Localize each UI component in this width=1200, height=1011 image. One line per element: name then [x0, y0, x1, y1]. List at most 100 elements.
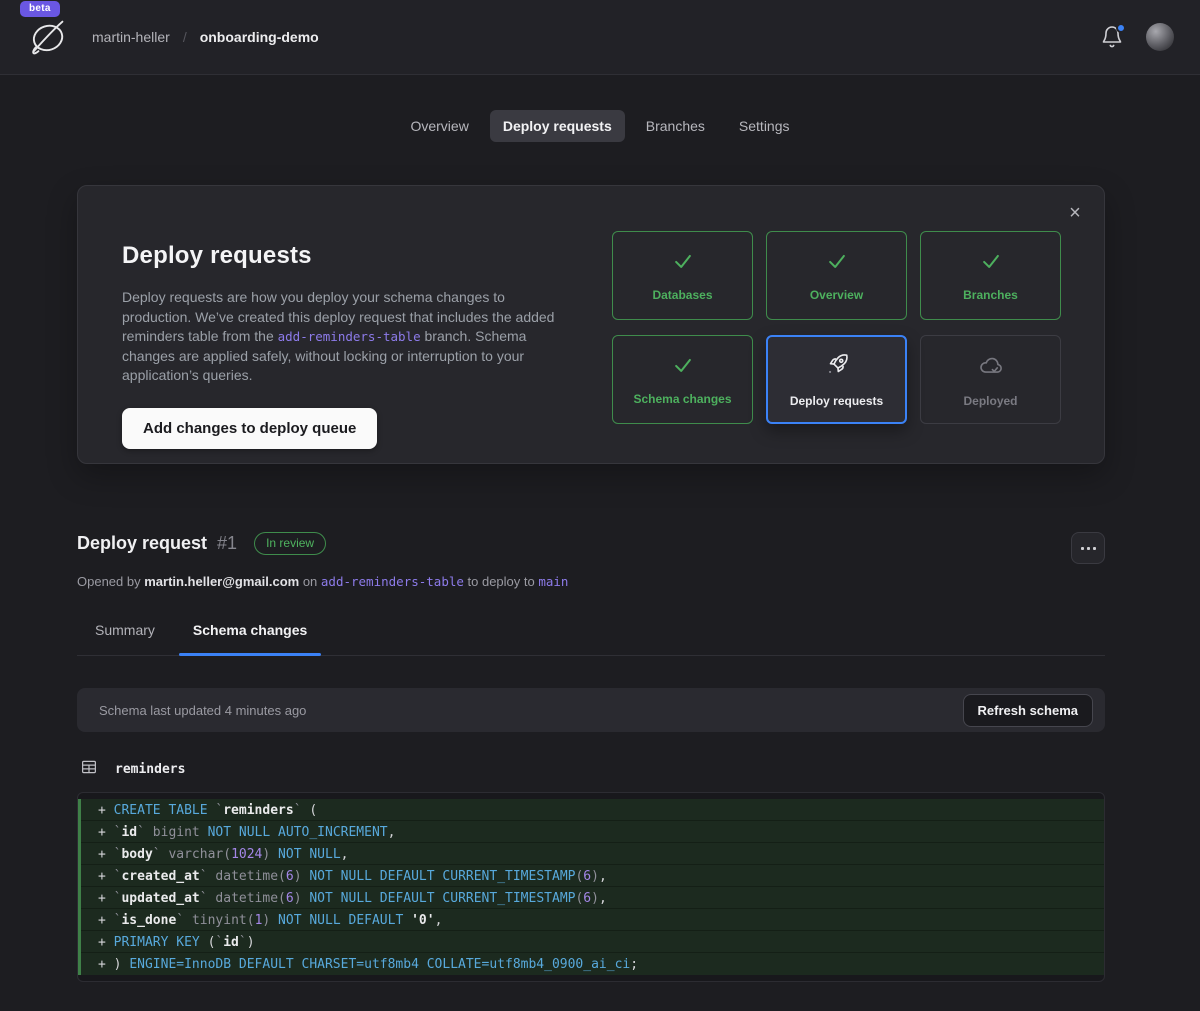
overflow-menu-button[interactable]: [1071, 532, 1105, 564]
diff-line: + `is_done` tinyint(1) NOT NULL DEFAULT …: [78, 909, 1104, 931]
code-token: ENGINE=InnoDB DEFAULT CHARSET=utf8mb4 CO…: [129, 957, 630, 972]
tile-label: Schema changes: [633, 392, 731, 406]
avatar[interactable]: [1146, 23, 1174, 51]
check-icon: [826, 250, 848, 277]
code-token: ): [591, 869, 599, 884]
deploy-request-title: Deploy request: [77, 533, 207, 554]
code-token: [403, 913, 411, 928]
code-token: [208, 803, 216, 818]
breadcrumb-database[interactable]: onboarding-demo: [200, 29, 319, 45]
byline-source-branch-link[interactable]: add-reminders-table: [321, 574, 464, 589]
code-token: [208, 891, 216, 906]
byline-target-branch-link[interactable]: main: [538, 574, 568, 589]
code-token: [161, 847, 169, 862]
card-description: Deploy requests are how you deploy your …: [122, 288, 572, 386]
code-token: (: [200, 935, 216, 950]
code-token: ): [591, 891, 599, 906]
code-token: ): [294, 891, 302, 906]
code-token: +: [98, 913, 114, 928]
onboarding-tile-schema-changes[interactable]: Schema changes: [612, 335, 753, 424]
onboarding-tile-overview[interactable]: Overview: [766, 231, 907, 320]
tile-label: Deployed: [963, 394, 1017, 408]
code-token: body: [121, 847, 152, 862]
code-token: `: [200, 869, 208, 884]
code-token: [200, 825, 208, 840]
code-token: '0': [411, 913, 434, 928]
byline-prefix: Opened by: [77, 574, 144, 589]
refresh-schema-button[interactable]: Refresh schema: [963, 694, 1093, 727]
code-token: `: [239, 935, 247, 950]
onboarding-tile-deploy-requests[interactable]: Deploy requests: [766, 335, 907, 424]
code-token: 1024: [231, 847, 262, 862]
code-token: is_done: [121, 913, 176, 928]
tile-label: Overview: [810, 288, 863, 302]
code-token: ,: [599, 869, 607, 884]
check-icon: [980, 250, 1002, 277]
code-token: NOT NULL DEFAULT CURRENT_TIMESTAMP: [309, 869, 575, 884]
code-token: ;: [630, 957, 638, 972]
byline-mid: on: [299, 574, 321, 589]
diff-line: + PRIMARY KEY (`id`): [78, 931, 1104, 953]
code-token: +: [98, 803, 114, 818]
code-token: NOT NULL DEFAULT CURRENT_TIMESTAMP: [309, 891, 575, 906]
code-token: +: [98, 825, 114, 840]
tab-settings[interactable]: Settings: [726, 110, 803, 142]
tile-label: Branches: [963, 288, 1018, 302]
code-token: `: [114, 891, 122, 906]
code-token: ,: [599, 891, 607, 906]
code-token: [208, 869, 216, 884]
check-icon: [672, 354, 694, 381]
diff-line: + `updated_at` datetime(6) NOT NULL DEFA…: [78, 887, 1104, 909]
code-token: [270, 847, 278, 862]
ellipsis-icon: [1081, 547, 1096, 550]
breadcrumb-org[interactable]: martin-heller: [92, 29, 170, 45]
code-token: [184, 913, 192, 928]
add-to-deploy-queue-button[interactable]: Add changes to deploy queue: [122, 408, 377, 449]
planetscale-logo-icon[interactable]: [26, 14, 72, 60]
code-token: ): [247, 935, 255, 950]
status-badge: In review: [254, 532, 326, 555]
code-token: ): [262, 913, 270, 928]
code-token: [302, 891, 310, 906]
code-token: `: [137, 825, 145, 840]
code-token: reminders: [223, 803, 293, 818]
code-token: NOT NULL DEFAULT: [278, 913, 403, 928]
code-token: `: [200, 891, 208, 906]
code-token: bigint: [153, 825, 200, 840]
onboarding-tile-branches[interactable]: Branches: [920, 231, 1061, 320]
code-token: [302, 869, 310, 884]
tab-schema-changes[interactable]: Schema changes: [179, 622, 321, 655]
onboarding-tile-deployed[interactable]: Deployed: [920, 335, 1061, 424]
code-token: varchar(: [168, 847, 231, 862]
deploy-request-header: Deploy request #1 In review: [77, 532, 1105, 564]
code-token: id: [223, 935, 239, 950]
table-section-header[interactable]: reminders: [77, 758, 1105, 781]
code-token: [270, 913, 278, 928]
code-token: NOT NULL AUTO_INCREMENT: [208, 825, 388, 840]
code-token: CREATE TABLE: [114, 803, 208, 818]
code-token: 6: [583, 891, 591, 906]
card-close-button[interactable]: ×: [1062, 200, 1088, 226]
cloud-check-icon: [978, 352, 1004, 383]
code-token: updated_at: [121, 891, 199, 906]
code-token: 6: [583, 869, 591, 884]
code-token: tinyint(: [192, 913, 255, 928]
code-token: +: [98, 869, 114, 884]
code-token: `: [176, 913, 184, 928]
code-token: NOT NULL: [278, 847, 341, 862]
tab-overview[interactable]: Overview: [397, 110, 481, 142]
branch-inline-code: add-reminders-table: [278, 329, 421, 344]
code-token: +: [98, 847, 114, 862]
code-token: ): [294, 869, 302, 884]
deploy-request-number: #1: [217, 533, 237, 554]
tab-summary[interactable]: Summary: [81, 622, 169, 655]
code-token: `: [215, 935, 223, 950]
code-token: datetime(: [215, 891, 285, 906]
code-token: (: [575, 891, 583, 906]
tab-deploy-requests[interactable]: Deploy requests: [490, 110, 625, 142]
code-token: `: [114, 913, 122, 928]
code-token: (: [575, 869, 583, 884]
onboarding-tile-databases[interactable]: Databases: [612, 231, 753, 320]
notifications-bell-icon[interactable]: [1100, 25, 1124, 49]
tab-branches[interactable]: Branches: [633, 110, 718, 142]
